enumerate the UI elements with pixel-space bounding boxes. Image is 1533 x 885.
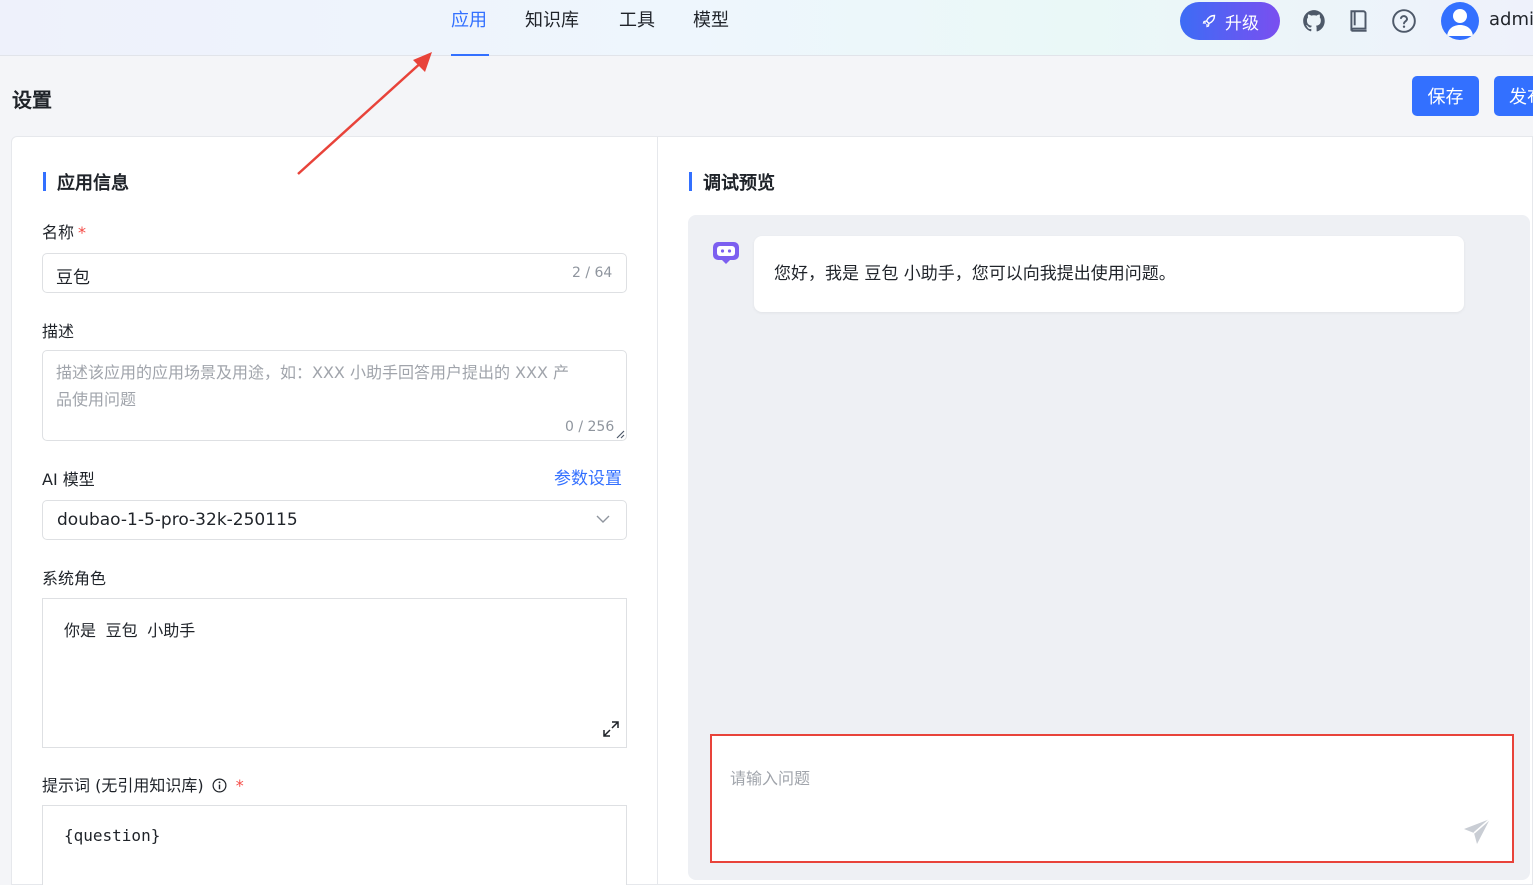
page-title: 设置 [12, 88, 52, 112]
book-icon[interactable] [1346, 8, 1372, 34]
preview-title: 调试预览 [689, 169, 775, 195]
github-icon[interactable] [1301, 8, 1327, 34]
app-info-title: 应用信息 [43, 169, 129, 195]
name-label: 名称 * [42, 223, 87, 242]
chevron-down-icon [596, 515, 610, 523]
upgrade-button[interactable]: 升级 [1180, 2, 1280, 40]
avatar[interactable] [1441, 2, 1479, 40]
role-label: 系统角色 [42, 569, 107, 588]
upgrade-label: 升级 [1225, 13, 1259, 34]
send-icon[interactable] [1462, 816, 1492, 846]
publish-button[interactable]: 发布 [1494, 76, 1533, 116]
name-counter: 2 / 64 [572, 265, 613, 281]
prompt-value: {question} [64, 826, 161, 845]
role-value: 你是 豆包 小助手 [64, 621, 196, 640]
model-settings-link[interactable]: 参数设置 [554, 464, 622, 489]
question-input-highlight [710, 734, 1514, 863]
greeting-message: 您好，我是 豆包 小助手，您可以向我提出使用问题。 [754, 236, 1464, 312]
save-button[interactable]: 保存 [1412, 76, 1479, 116]
resize-handle-icon[interactable] [616, 430, 625, 439]
username[interactable]: admi [1489, 9, 1533, 30]
desc-placeholder: 描述该应用的应用场景及用途，如：XXX 小助手回答用户提出的 XXX 产 品使用… [56, 363, 570, 409]
name-value: 豆包 [56, 268, 90, 288]
user-icon [1447, 9, 1473, 36]
question-placeholder: 请输入问题 [730, 769, 811, 788]
prompt-label: 提示词 (无引用知识库) * [42, 776, 244, 795]
prompt-editor[interactable] [42, 805, 627, 885]
name-input[interactable] [42, 253, 627, 293]
nav-tab-tools[interactable]: 工具 [619, 0, 655, 56]
robot-icon [713, 242, 739, 264]
expand-icon[interactable] [602, 720, 620, 738]
desc-label: 描述 [42, 322, 75, 341]
model-value: doubao-1-5-pro-32k-250115 [57, 510, 298, 530]
rocket-icon [1202, 14, 1216, 28]
panel-divider [657, 137, 658, 885]
desc-counter: 0 / 256 [565, 419, 615, 435]
nav-tab-knowledge[interactable]: 知识库 [525, 0, 579, 56]
model-label: AI 模型 [42, 470, 95, 489]
nav-tab-apps[interactable]: 应用 [451, 0, 489, 56]
nav-tab-models[interactable]: 模型 [693, 0, 729, 56]
question-input[interactable] [716, 744, 1508, 857]
help-icon[interactable] [1391, 8, 1417, 34]
info-icon[interactable] [212, 778, 227, 793]
